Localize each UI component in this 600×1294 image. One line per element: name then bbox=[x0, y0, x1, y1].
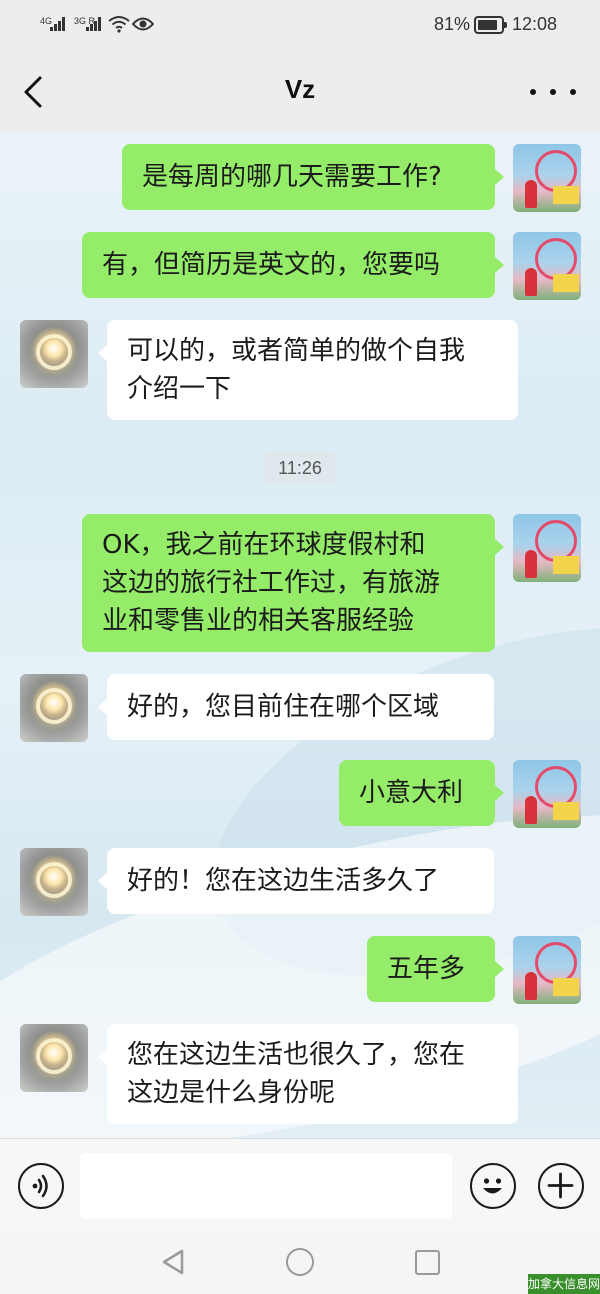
emoji-button[interactable] bbox=[470, 1163, 516, 1209]
message-text: 小意大利 bbox=[359, 778, 464, 808]
more-options-button[interactable] bbox=[530, 80, 576, 104]
status-bar: 4G 3G R 81% 12:08 bbox=[0, 0, 600, 52]
message-text: 有，但简历是英文的，您要吗 bbox=[102, 250, 441, 280]
message-text: 五年多 bbox=[387, 954, 466, 984]
self-avatar[interactable] bbox=[513, 936, 581, 1004]
signal-4g-icon bbox=[50, 17, 65, 31]
message-text: 好的，您目前住在哪个区域 bbox=[127, 692, 440, 722]
nav-home-icon[interactable] bbox=[286, 1248, 314, 1276]
message-bubble-other[interactable]: 可以的，或者简单的做个自我 介绍一下 bbox=[98, 320, 518, 420]
message-bubble-self[interactable]: 五年多 bbox=[367, 936, 504, 1002]
voice-button[interactable] bbox=[18, 1163, 64, 1209]
message-bubble-self[interactable]: OK，我之前在环球度假村和 这边的旅行社工作过，有旅游 业和零售业的相关客服经验 bbox=[82, 514, 504, 652]
more-functions-button[interactable] bbox=[538, 1163, 584, 1209]
wifi-icon bbox=[108, 16, 130, 33]
message-text: 是每周的哪几天需要工作? bbox=[142, 162, 442, 192]
message-text: 这边的旅行社工作过，有旅游 bbox=[102, 568, 441, 598]
message-text: 好的！您在这边生活多久了 bbox=[127, 866, 440, 896]
message-bubble-self[interactable]: 有，但简历是英文的，您要吗 bbox=[82, 232, 504, 298]
chat-title: Vz bbox=[284, 74, 316, 104]
voice-icon bbox=[32, 1174, 48, 1198]
self-avatar[interactable] bbox=[513, 232, 581, 300]
chat-area[interactable]: 是每周的哪几天需要工作? 有，但简历是英文的，您要吗 可以的，或者简单的做个自我… bbox=[0, 132, 600, 1138]
message-text: 您在这边生活也很久了，您在 bbox=[127, 1040, 466, 1070]
battery-icon bbox=[474, 16, 507, 34]
message-text: 这边是什么身份呢 bbox=[127, 1078, 336, 1108]
chat-header: Vz bbox=[0, 52, 600, 132]
system-nav-bar bbox=[0, 1234, 600, 1294]
battery-percent: 81% bbox=[434, 14, 471, 34]
plus-icon bbox=[547, 1172, 574, 1199]
emoji-icon bbox=[483, 1178, 502, 1194]
message-input[interactable] bbox=[80, 1153, 452, 1219]
contact-avatar[interactable] bbox=[20, 674, 88, 742]
self-avatar[interactable] bbox=[513, 144, 581, 212]
message-text: 业和零售业的相关客服经验 bbox=[102, 606, 415, 636]
message-text: OK，我之前在环球度假村和 bbox=[102, 530, 426, 560]
message-timestamp: 11:26 bbox=[264, 452, 336, 484]
message-bubble-other[interactable]: 好的，您目前住在哪个区域 bbox=[98, 674, 494, 740]
message-bubble-other[interactable]: 您在这边生活也很久了，您在 这边是什么身份呢 bbox=[98, 1024, 518, 1124]
contact-avatar[interactable] bbox=[20, 1024, 88, 1092]
message-bubble-self[interactable]: 小意大利 bbox=[339, 760, 504, 826]
contact-avatar[interactable] bbox=[20, 320, 88, 388]
status-time: 12:08 bbox=[512, 14, 558, 34]
contact-avatar[interactable] bbox=[20, 848, 88, 916]
self-avatar[interactable] bbox=[513, 514, 581, 582]
signal-3g-roaming-icon bbox=[86, 17, 101, 31]
message-text: 介绍一下 bbox=[127, 374, 232, 404]
more-dots-icon bbox=[530, 89, 536, 95]
message-text: 可以的，或者简单的做个自我 bbox=[127, 336, 466, 366]
self-avatar[interactable] bbox=[513, 760, 581, 828]
nav-recent-icon[interactable] bbox=[415, 1250, 440, 1275]
input-bar bbox=[0, 1138, 600, 1234]
nav-back-icon[interactable] bbox=[160, 1248, 186, 1276]
message-bubble-self[interactable]: 是每周的哪几天需要工作? bbox=[122, 144, 504, 210]
site-watermark: 加拿大信息网 bbox=[528, 1274, 600, 1294]
message-bubble-other[interactable]: 好的！您在这边生活多久了 bbox=[98, 848, 494, 914]
eye-comfort-icon bbox=[132, 17, 154, 31]
